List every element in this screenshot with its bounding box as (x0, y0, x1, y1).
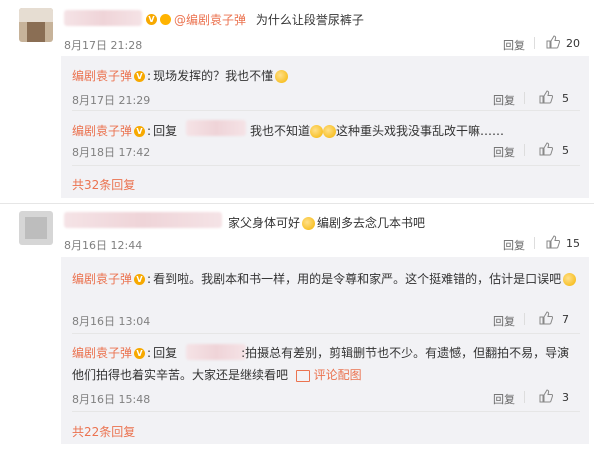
commenter-name-blurred[interactable] (64, 212, 222, 228)
like-button[interactable] (539, 90, 553, 104)
thumbs-up-icon (539, 142, 553, 156)
like-count: 7 (562, 313, 569, 326)
avatar-image (19, 211, 53, 245)
like-button[interactable] (539, 389, 553, 403)
verified-icon: V (134, 348, 146, 359)
reply-button[interactable]: 回复 (493, 92, 515, 108)
reply-word: 回复 (153, 346, 178, 360)
divider (72, 110, 580, 111)
comment-text: 为什么让段誉尿裤子 (255, 13, 364, 27)
like-button[interactable] (546, 35, 560, 49)
laugh-cry-emoji-icon (323, 125, 337, 138)
divider (72, 411, 580, 412)
mention-link[interactable]: @编剧袁子弹 (174, 13, 246, 27)
verified-icon: V (134, 126, 146, 137)
more-replies-link[interactable]: 共32条回复 (72, 176, 135, 193)
reply-text: 现场发挥的？我也不懂 (153, 69, 274, 83)
like-count: 15 (566, 237, 580, 250)
reply-text-continued: 这种重头戏我没事乱改干嘛…… (336, 124, 505, 138)
reply-author[interactable]: 编剧袁子弹 (72, 69, 132, 83)
laugh-cry-emoji-icon (563, 273, 577, 286)
reply-text: 看到啦。我剧本和书一样，用的是令尊和家严。这个挺难错的，估计是口误吧 (153, 272, 562, 286)
laugh-cry-emoji-icon (275, 70, 289, 83)
thread-divider (0, 203, 594, 204)
divider (534, 237, 535, 249)
comment-text: 家父身体可好 (228, 216, 301, 230)
timestamp: 8月16日 15:48 (72, 393, 151, 406)
timestamp: 8月17日 21:29 (72, 94, 151, 107)
divider (72, 165, 580, 166)
like-count: 20 (566, 37, 580, 50)
laugh-cry-emoji-icon (310, 125, 324, 138)
like-button[interactable] (539, 311, 553, 325)
divider (72, 333, 580, 334)
reply-button[interactable]: 回复 (503, 37, 525, 53)
reply-author[interactable]: 编剧袁子弹 (72, 124, 132, 138)
like-count: 5 (562, 92, 569, 105)
image-icon (295, 369, 310, 382)
comment-image-link[interactable]: 评论配图 (314, 368, 362, 382)
divider (524, 391, 525, 403)
thumbs-up-icon (546, 235, 560, 249)
thumbs-up-icon (546, 35, 560, 49)
thumbs-up-icon (539, 389, 553, 403)
timestamp: 8月18日 17:42 (72, 146, 151, 159)
thumbs-up-icon (539, 311, 553, 325)
like-count: 3 (562, 391, 569, 404)
timestamp: 8月16日 13:04 (72, 315, 151, 328)
reply-author[interactable]: 编剧袁子弹 (72, 272, 132, 286)
divider (524, 144, 525, 156)
reply-button[interactable]: 回复 (493, 144, 515, 160)
commenter-name-blurred[interactable] (64, 10, 142, 26)
comment-text-continued: 编剧多去念几本书吧 (317, 216, 426, 230)
reply-author[interactable]: 编剧袁子弹 (72, 346, 132, 360)
reply-word: 回复 (153, 124, 178, 138)
cat-emoji-icon (302, 217, 316, 230)
divider (524, 92, 525, 104)
divider (534, 37, 535, 49)
thumbs-up-icon (539, 90, 553, 104)
divider (524, 313, 525, 325)
reply-text: 我也不知道 (250, 124, 311, 138)
avatar-image (19, 8, 53, 42)
timestamp: 8月16日 12:44 (64, 239, 143, 252)
avatar[interactable] (19, 211, 53, 245)
like-count: 5 (562, 144, 569, 157)
more-replies-link[interactable]: 共22条回复 (72, 423, 135, 440)
timestamp: 8月17日 21:28 (64, 39, 143, 52)
like-button[interactable] (546, 235, 560, 249)
verified-icon: V (134, 71, 146, 82)
level-badge-icon (160, 12, 171, 26)
verified-icon: V (134, 274, 146, 285)
reply-button[interactable]: 回复 (493, 313, 515, 329)
avatar[interactable] (19, 8, 53, 42)
mentioned-user-blurred[interactable] (186, 120, 246, 136)
like-button[interactable] (539, 142, 553, 156)
reply-button[interactable]: 回复 (493, 391, 515, 407)
verified-icon: V (146, 12, 157, 26)
reply-button[interactable]: 回复 (503, 237, 525, 253)
